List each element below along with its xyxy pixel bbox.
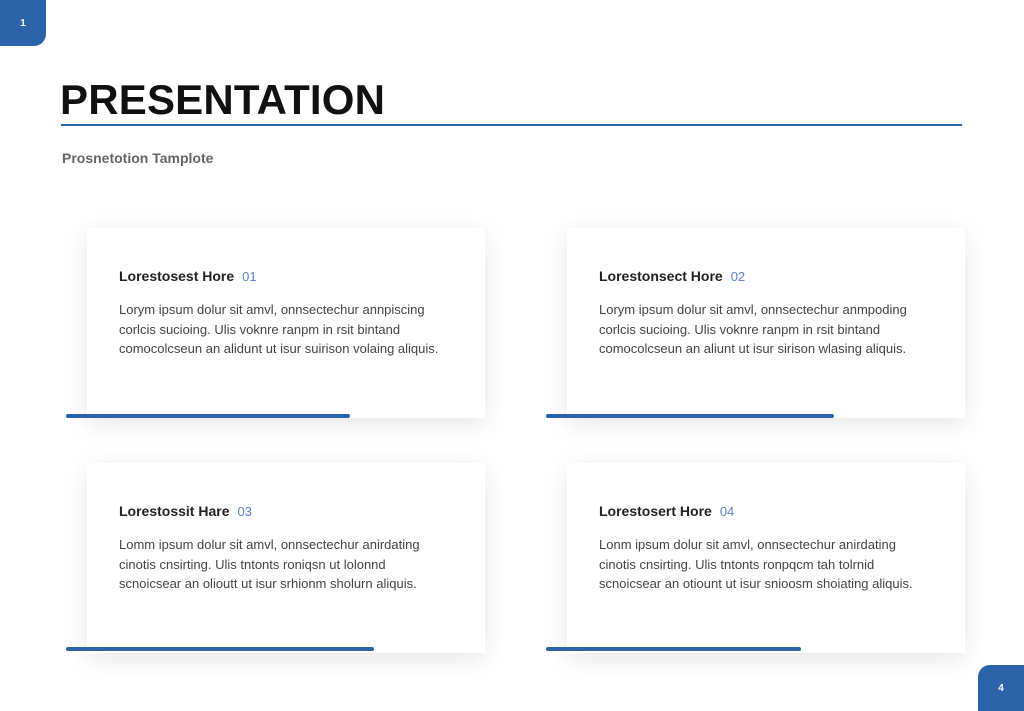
- card-body-text: Lomm ipsum dolur sit amvl, onnsectechur …: [119, 537, 420, 591]
- card-3: Lorestossit Hare 03 Lomm ipsum dolur sit …: [87, 463, 485, 653]
- page-subtitle: Prosnetotion Tamplote: [62, 150, 214, 166]
- card-4: Lorestosert Hore 04 Lonm ipsum dolur sit …: [567, 463, 965, 653]
- card-number: 02: [730, 269, 746, 284]
- card-1-accent-bar: [66, 414, 350, 418]
- card-heading: Lorestonsect Hore 02: [599, 268, 745, 284]
- card-number: 01: [242, 269, 257, 284]
- card-number: 03: [237, 504, 252, 519]
- card-body-text: Lorym ipsum dolur sit amvl, onnsectechur…: [119, 302, 439, 356]
- card-number: 04: [719, 504, 735, 519]
- card-body-text: Lorym ipsum dolur sit amvl, onnsectechur…: [599, 302, 907, 356]
- card-heading: Lorestossit Hare 03: [119, 503, 252, 519]
- card-heading-text: Lorestosest Hore: [119, 268, 235, 284]
- page-number-badge-left: 1: [0, 0, 46, 46]
- card-2: Lorestonsect Hore 02 Lorym ipsum dolur si…: [567, 228, 965, 418]
- card-heading-text: Lorestonsect Hore: [599, 268, 723, 284]
- card-heading: Lorestosest Hore 01: [119, 268, 257, 284]
- card-2-accent-bar: [546, 414, 834, 418]
- page-title: PRESENTATION: [60, 76, 386, 123]
- title-underline: [61, 124, 962, 126]
- card-heading: Lorestosert Hore 04: [599, 503, 734, 519]
- card-1: Lorestosest Hore 01 Lorym ipsum dolur sit…: [87, 228, 485, 418]
- card-heading-text: Lorestossit Hare: [119, 503, 230, 519]
- card-body-text: Lonm ipsum dolur sit amvl, onnsectechur …: [599, 537, 913, 591]
- card-4-accent-bar: [546, 647, 801, 651]
- page-number-badge-right: 4: [978, 665, 1024, 711]
- card-heading-text: Lorestosert Hore: [599, 503, 712, 519]
- card-3-accent-bar: [66, 647, 374, 651]
